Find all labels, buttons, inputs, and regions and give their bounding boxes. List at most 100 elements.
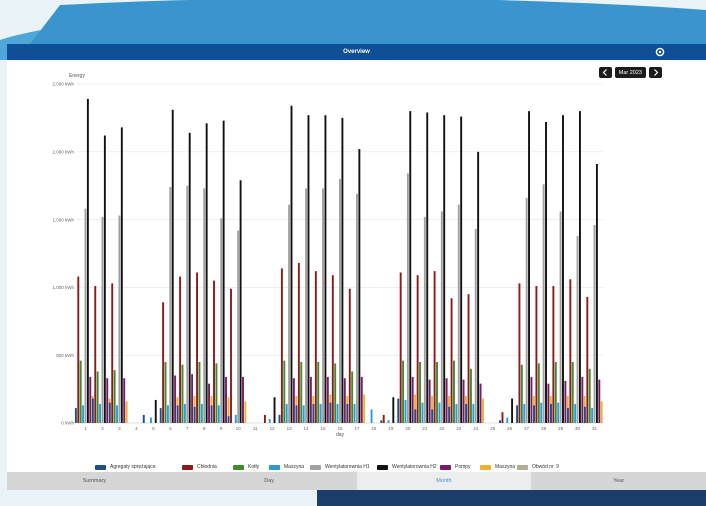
legend-item[interactable]: Maszyna — [480, 464, 515, 470]
settings-gear-icon[interactable] — [654, 46, 666, 58]
bar — [360, 376, 363, 423]
bar — [351, 371, 354, 423]
legend-item[interactable]: Pompy — [440, 464, 471, 470]
bar — [499, 420, 502, 423]
title-bar: Overview — [7, 44, 706, 60]
bar — [322, 188, 324, 423]
bar — [154, 399, 157, 423]
bar — [554, 361, 557, 423]
bar — [106, 378, 109, 423]
x-tick-label: 19 — [388, 426, 394, 431]
tab-day[interactable]: Day — [182, 472, 357, 490]
bar — [285, 404, 288, 423]
bar — [292, 378, 295, 423]
x-tick-label: 13 — [287, 426, 293, 431]
bar — [399, 272, 402, 423]
legend-swatch — [233, 464, 244, 470]
bar — [159, 408, 162, 423]
bar — [288, 204, 291, 423]
bar — [474, 229, 477, 423]
legend-item[interactable]: Wentylatorownia H1 — [310, 464, 370, 470]
bar — [583, 406, 586, 423]
bar — [203, 188, 206, 423]
legend-swatch — [377, 464, 388, 470]
legend-item[interactable]: Kotły — [233, 464, 259, 470]
legend-item[interactable]: Chłodnia — [182, 464, 217, 470]
legend-item[interactable]: Agregaty sprężające — [95, 464, 156, 470]
footer-bar — [317, 490, 706, 506]
legend-item[interactable]: Obwód nr. 9 — [517, 464, 559, 470]
bar — [467, 294, 470, 423]
x-tick-label: 22 — [439, 426, 445, 431]
bar — [280, 268, 283, 423]
bar — [297, 262, 300, 423]
bar — [79, 360, 82, 423]
bar — [552, 286, 555, 423]
bar — [220, 218, 223, 423]
bar — [433, 271, 436, 423]
bar — [331, 275, 334, 423]
bar — [445, 378, 448, 423]
bar — [440, 211, 443, 423]
bar — [591, 408, 594, 423]
tab-month[interactable]: Month — [356, 472, 532, 490]
bar — [77, 276, 80, 423]
bar — [600, 401, 603, 423]
bar — [516, 405, 518, 423]
x-tick-label: 14 — [304, 426, 310, 431]
bar — [210, 405, 213, 423]
bar — [462, 379, 465, 423]
bar — [380, 420, 383, 423]
legend-swatch — [310, 464, 321, 470]
y-axis-label: Energy — [69, 73, 85, 79]
x-tick-label: 31 — [592, 426, 598, 431]
bar — [169, 187, 172, 423]
bar — [307, 115, 310, 424]
bar — [414, 409, 417, 423]
bar — [520, 364, 523, 423]
x-tick-label: 27 — [524, 426, 530, 431]
legend-swatch — [182, 464, 193, 470]
window-title: Overview — [343, 49, 370, 55]
bar — [225, 376, 227, 423]
bar — [111, 283, 114, 423]
bar — [566, 408, 569, 423]
legend-label: Agregaty sprężające — [110, 464, 156, 470]
bar — [74, 408, 77, 423]
y-tick-label: 1,500 kWh — [52, 217, 74, 222]
bar — [341, 117, 344, 424]
bar — [239, 180, 242, 423]
view-tabs: Summary Day Month Year — [7, 472, 706, 490]
bar — [382, 414, 385, 423]
bar — [356, 193, 358, 423]
bar — [370, 409, 373, 423]
y-tick-label: 500 kWh — [56, 353, 74, 358]
bar — [215, 363, 218, 423]
legend-item[interactable]: Wentylatorownia H2 — [377, 464, 437, 470]
legend-label: Obwód nr. 9 — [532, 464, 559, 470]
bar — [217, 405, 220, 423]
y-tick-label: 2,000 kWh — [52, 150, 74, 155]
bar — [324, 115, 327, 424]
bar — [283, 360, 286, 423]
tab-summary[interactable]: Summary — [7, 472, 182, 490]
bar — [443, 115, 446, 424]
bar — [268, 418, 271, 423]
x-tick-label: 29 — [558, 426, 564, 431]
bar — [353, 404, 356, 423]
bar — [326, 376, 329, 423]
bar — [237, 230, 240, 423]
tab-year[interactable]: Year — [531, 472, 706, 490]
bar — [397, 398, 400, 423]
bar — [273, 397, 276, 423]
bar — [186, 185, 189, 423]
bar — [557, 402, 560, 423]
bar — [404, 399, 407, 423]
bar — [166, 405, 169, 423]
legend-label: Wentylatorownia H2 — [392, 464, 437, 470]
bar — [205, 123, 208, 423]
legend-item[interactable]: Maszyna — [269, 464, 304, 470]
chart-legend: Agregaty sprężające Chłodnia Kotły Maszyna W… — [7, 462, 706, 472]
legend-label: Maszyna — [284, 464, 305, 470]
bar — [188, 132, 191, 423]
